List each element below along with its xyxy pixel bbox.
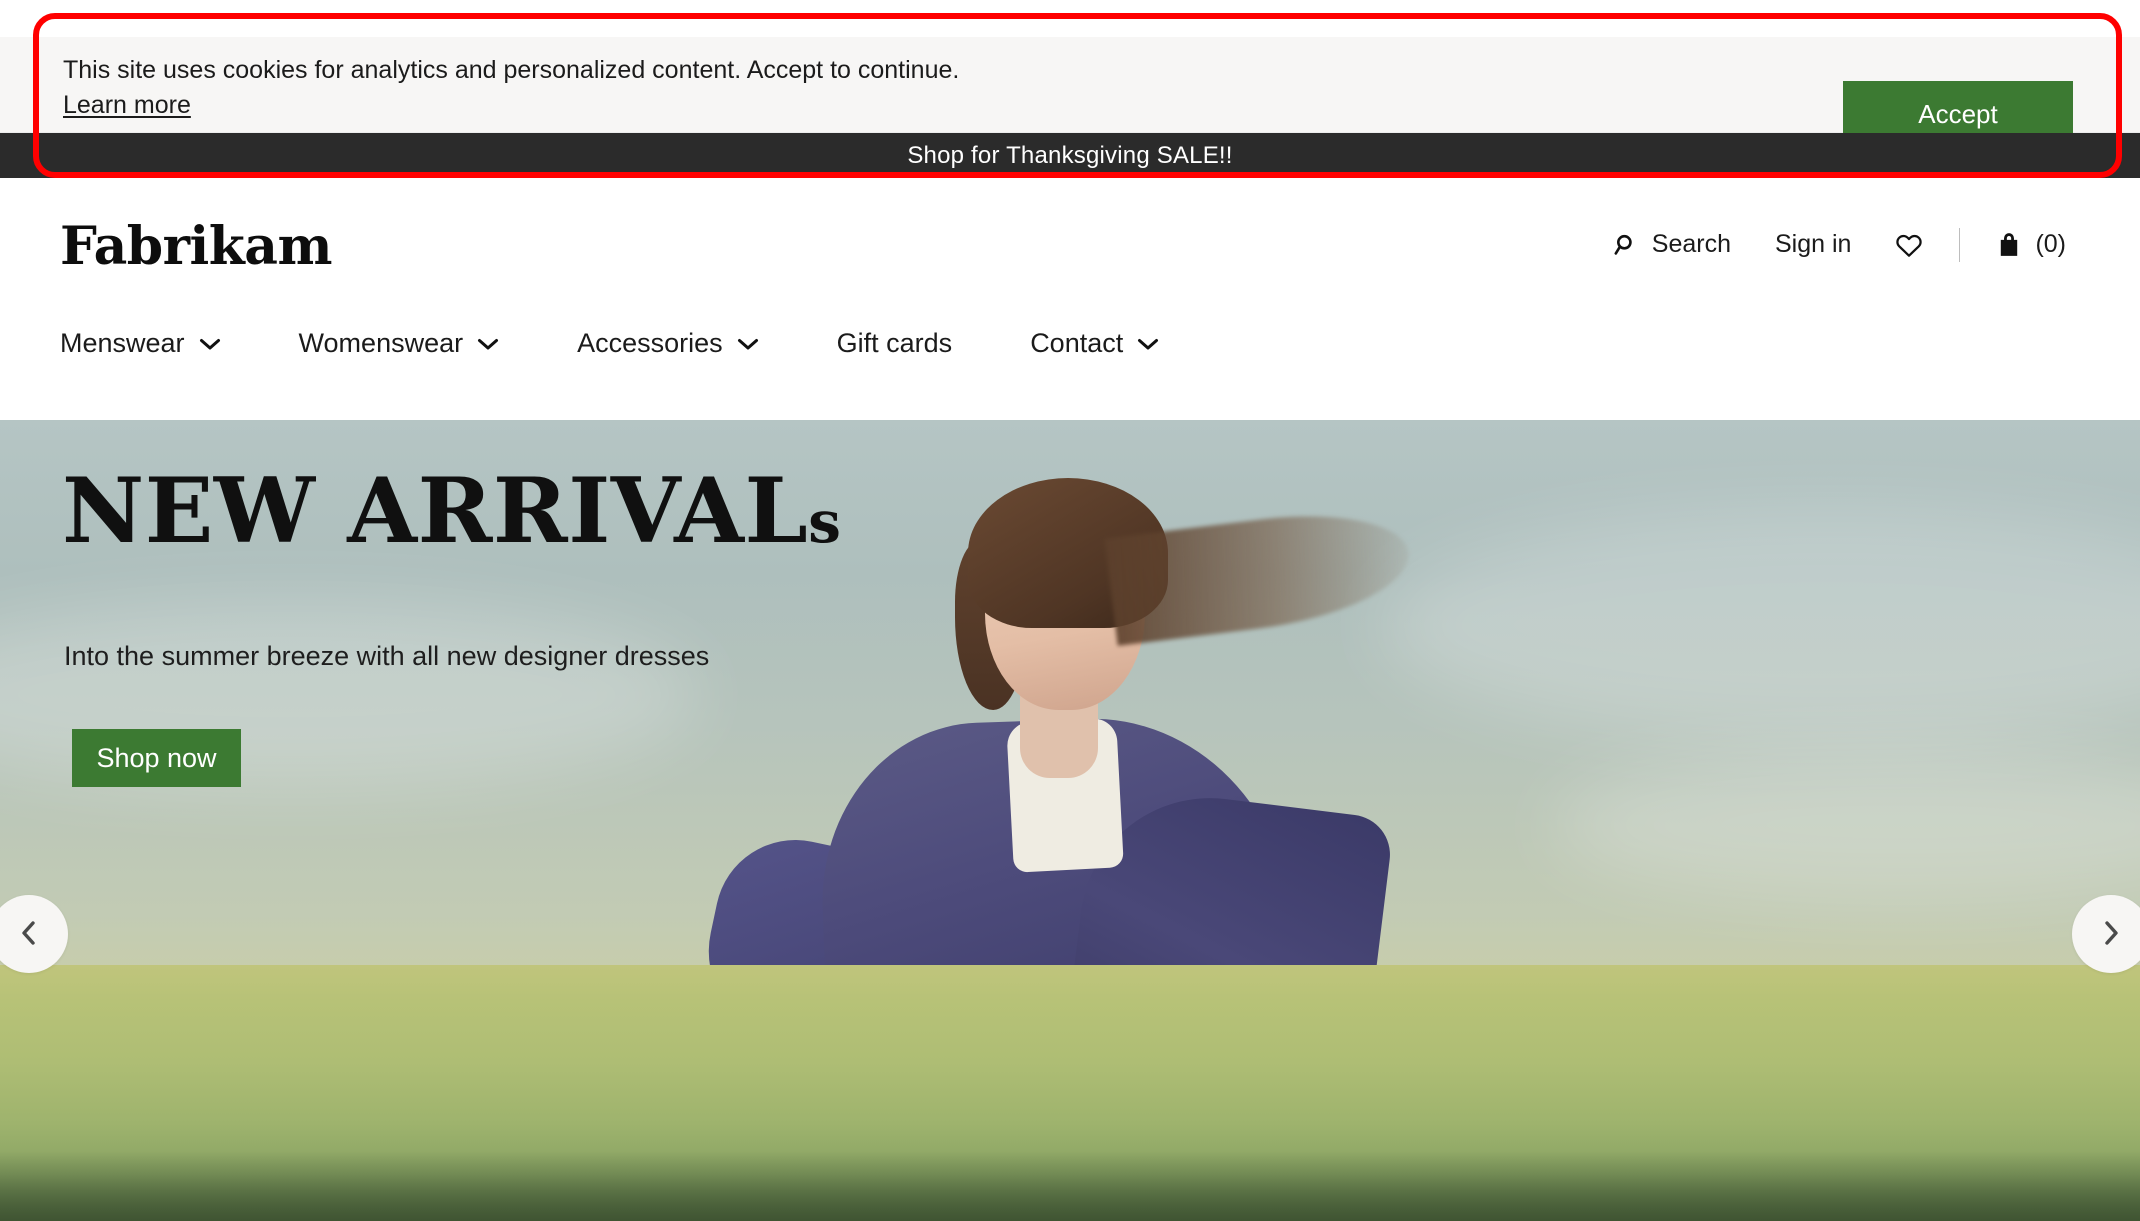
shopping-bag-icon <box>1996 231 2022 258</box>
cart-button[interactable]: (0) <box>1974 224 2088 265</box>
sign-in-link[interactable]: Sign in <box>1753 224 1873 265</box>
brand-logo[interactable]: Fabrikam <box>60 216 333 277</box>
hero-background-field <box>0 965 2140 1221</box>
nav-item-menswear[interactable]: Menswear <box>60 328 221 359</box>
learn-more-link[interactable]: Learn more <box>63 90 191 120</box>
header-utilities: Search Sign in (0) <box>1591 224 2088 265</box>
chevron-down-icon <box>737 337 759 351</box>
chevron-down-icon <box>199 337 221 351</box>
hero-carousel: NEW ARRIVALs Into the summer breeze with… <box>0 420 2140 1221</box>
nav-item-label: Accessories <box>577 328 723 358</box>
chevron-down-icon <box>477 337 499 351</box>
nav-item-accessories[interactable]: Accessories <box>577 328 759 359</box>
chevron-right-icon <box>2098 918 2124 951</box>
chevron-left-icon <box>16 918 42 951</box>
nav-item-contact[interactable]: Contact <box>1030 328 1159 359</box>
carousel-next-button[interactable] <box>2072 895 2140 973</box>
cookie-banner-message: This site uses cookies for analytics and… <box>63 56 960 84</box>
hero-field-shadow <box>0 1151 2140 1221</box>
hero-subtitle: Into the summer breeze with all new desi… <box>64 641 710 671</box>
shop-now-button[interactable]: Shop now <box>72 729 241 787</box>
chevron-down-icon <box>1137 337 1159 351</box>
sign-in-label: Sign in <box>1774 230 1852 258</box>
heart-icon <box>1895 232 1923 258</box>
site-header: Fabrikam Search Sign in (0) Menswear Wom… <box>0 178 2140 420</box>
hero-title: NEW ARRIVALs <box>62 463 841 570</box>
cookie-consent-banner: This site uses cookies for analytics and… <box>0 37 2140 147</box>
page-root: This site uses cookies for analytics and… <box>0 0 2140 1221</box>
cart-count-label: (0) <box>2035 230 2066 258</box>
promo-banner[interactable]: Shop for Thanksgiving SALE!! <box>0 133 2140 178</box>
wishlist-button[interactable] <box>1873 226 1945 264</box>
search-label: Search <box>1651 230 1731 258</box>
nav-item-label: Contact <box>1030 328 1124 358</box>
nav-item-label: Menswear <box>60 328 185 358</box>
search-icon <box>1613 232 1639 258</box>
hero-title-main: NEW ARRIVAL <box>62 458 809 564</box>
search-button[interactable]: Search <box>1591 224 1753 265</box>
nav-item-label: Womenswear <box>298 328 464 358</box>
main-navigation: Menswear Womenswear Accessories Gift car… <box>60 328 1159 359</box>
cookie-banner-text-group: This site uses cookies for analytics and… <box>63 55 959 120</box>
utility-divider <box>1959 227 1961 262</box>
nav-item-womenswear[interactable]: Womenswear <box>299 328 500 359</box>
nav-item-label: Gift cards <box>836 328 953 358</box>
hero-title-suffix: s <box>808 488 842 556</box>
nav-item-gift-cards[interactable]: Gift cards <box>837 328 953 359</box>
